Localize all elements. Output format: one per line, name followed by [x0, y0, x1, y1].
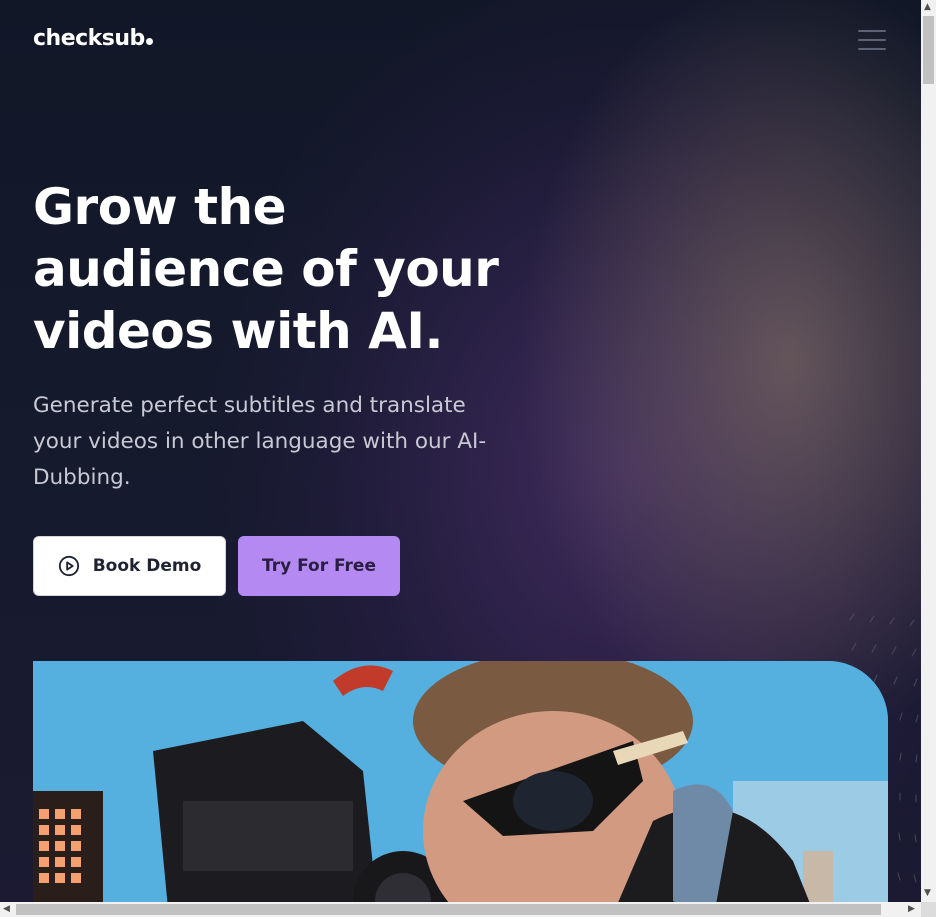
- vertical-scrollbar-thumb[interactable]: [923, 16, 934, 84]
- menu-bar-top: [858, 30, 886, 32]
- hero-title: Grow the audience of your videos with AI…: [33, 178, 499, 360]
- hamburger-menu-icon[interactable]: [858, 30, 886, 52]
- scroll-right-arrow-icon[interactable]: ▶: [908, 904, 915, 914]
- book-demo-button[interactable]: Book Demo: [33, 536, 226, 596]
- horizontal-scrollbar[interactable]: ◀ ▶: [0, 902, 921, 917]
- logo-dot: [145, 38, 153, 45]
- videographer-illustration: [33, 661, 888, 902]
- scrollbar-corner: [921, 902, 936, 917]
- try-for-free-button[interactable]: Try For Free: [238, 536, 400, 596]
- hero-image: [33, 661, 888, 902]
- book-demo-label: Book Demo: [92, 556, 202, 576]
- horizontal-scrollbar-thumb[interactable]: [16, 904, 881, 915]
- hero-subtitle: Generate perfect subtitles and translate…: [33, 393, 487, 490]
- scroll-up-arrow-icon[interactable]: ▲: [924, 2, 931, 12]
- scroll-down-arrow-icon[interactable]: ▼: [924, 888, 931, 898]
- play-circle-icon: [58, 555, 79, 577]
- vertical-scrollbar[interactable]: ▲ ▼: [921, 0, 936, 902]
- try-for-free-label: Try For Free: [262, 556, 376, 576]
- scroll-left-arrow-icon[interactable]: ◀: [3, 904, 10, 914]
- menu-bar-middle: [858, 39, 886, 41]
- logo-text: checksub: [33, 26, 145, 51]
- menu-bar-bottom: [858, 48, 886, 50]
- page-viewport: checksub Grow the audience of your video…: [0, 0, 921, 902]
- brand-logo[interactable]: checksub: [33, 26, 153, 51]
